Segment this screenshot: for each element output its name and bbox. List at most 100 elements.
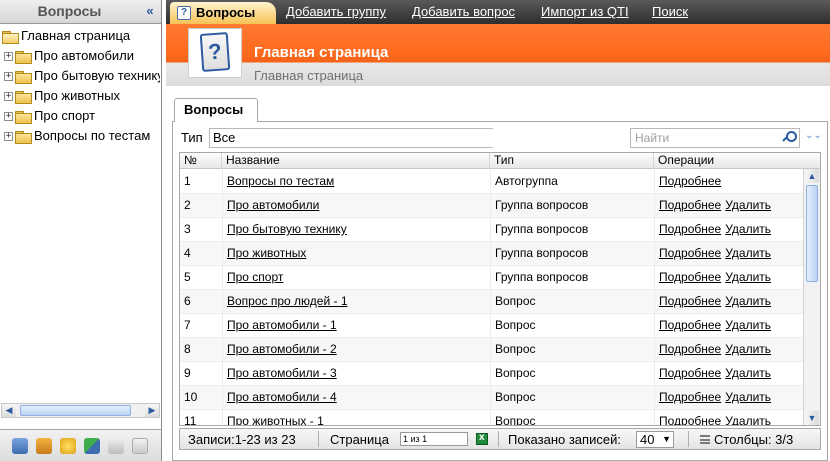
type-filter-input[interactable]: Все — [209, 128, 493, 148]
question-icon: ? — [177, 6, 191, 20]
table-row[interactable]: 10 Про автомобили - 4 Вопрос Подробнее Удали… — [180, 386, 804, 410]
details-link[interactable]: Подробнее — [659, 318, 721, 332]
table-vertical-scrollbar[interactable]: ▲ ▼ — [803, 169, 820, 425]
tree-horizontal-scrollbar[interactable]: ◀ ▶ — [1, 403, 160, 418]
tree-item[interactable]: + Про спорт — [0, 106, 160, 126]
database-icon[interactable] — [12, 438, 28, 454]
tree-item-root[interactable]: Главная страница — [0, 26, 160, 46]
delete-link[interactable]: Удалить — [725, 198, 771, 212]
table-row[interactable]: 8 Про автомобили - 2 Вопрос Подробнее Удалит… — [180, 338, 804, 362]
details-link[interactable]: Подробнее — [659, 246, 721, 260]
table-row[interactable]: 5 Про спорт Группа вопросов Подробнее Удалит… — [180, 266, 804, 290]
row-name-cell: Про животных — [222, 242, 490, 266]
row-name-link[interactable]: Про животных - 1 — [227, 414, 324, 425]
details-link[interactable]: Подробнее — [659, 342, 721, 356]
column-header-type[interactable]: Тип — [490, 153, 654, 169]
page-icon[interactable] — [108, 438, 124, 454]
left-panel: Вопросы « Главная страница + Про автомоби… — [0, 0, 162, 461]
column-header-name[interactable]: Название — [222, 153, 490, 169]
table-row[interactable]: 2 Про автомобили Группа вопросов Подробнее У… — [180, 194, 804, 218]
row-name-link[interactable]: Про автомобили - 3 — [227, 366, 337, 380]
delete-link[interactable]: Удалить — [725, 318, 771, 332]
globe-icon[interactable] — [84, 438, 100, 454]
row-name-link[interactable]: Вопросы по тестам — [227, 174, 334, 188]
delete-link[interactable]: Удалить — [725, 414, 771, 425]
row-operations: Подробнее Удалить — [654, 218, 804, 242]
tab-questions[interactable]: ? Вопросы — [170, 2, 276, 24]
scroll-left-icon[interactable]: ◀ — [2, 404, 16, 417]
chevron-down-icon[interactable]: ⌄⌄ — [805, 130, 822, 141]
table-row[interactable]: 6 Вопрос про людей - 1 Вопрос Подробнее Удал… — [180, 290, 804, 314]
scrollbar-thumb[interactable] — [806, 185, 818, 282]
row-name-link[interactable]: Про автомобили — [227, 198, 319, 212]
row-name-link[interactable]: Про бытовую технику — [227, 222, 347, 236]
breadcrumb[interactable]: Главная страница — [254, 68, 363, 83]
expand-plus-icon[interactable]: + — [4, 132, 13, 142]
details-link[interactable]: Подробнее — [659, 198, 721, 212]
users-icon[interactable] — [36, 438, 52, 454]
table-row[interactable]: 11 Про животных - 1 Вопрос Подробнее Удалить — [180, 410, 804, 425]
table-row[interactable]: 7 Про автомобили - 1 Вопрос Подробнее Удалит… — [180, 314, 804, 338]
collapse-panel-icon[interactable]: « — [141, 2, 159, 20]
columns-label[interactable]: Столбцы: 3/3 — [714, 432, 793, 447]
column-header-number[interactable]: № — [180, 153, 222, 169]
expand-plus-icon[interactable]: + — [4, 112, 13, 122]
columns-icon[interactable] — [700, 435, 710, 444]
tree-item[interactable]: + Вопросы по тестам — [0, 126, 160, 146]
details-link[interactable]: Подробнее — [659, 366, 721, 380]
scrollbar-thumb[interactable] — [20, 405, 131, 416]
tree-item[interactable]: + Про бытовую технику — [0, 66, 160, 86]
details-link[interactable]: Подробнее — [659, 174, 721, 188]
table-row[interactable]: 3 Про бытовую технику Группа вопросов Подро… — [180, 218, 804, 242]
details-link[interactable]: Подробнее — [659, 222, 721, 236]
separator — [318, 431, 319, 447]
page-number-input[interactable]: 1 из 1 — [400, 432, 468, 446]
group-tree: Главная страница + Про автомобили + Про бы… — [0, 26, 160, 402]
tree-item[interactable]: + Про животных — [0, 86, 160, 106]
delete-link[interactable]: Удалить — [725, 342, 771, 356]
tree-item-label: Про спорт — [34, 108, 96, 123]
row-operations: Подробнее Удалить — [654, 362, 804, 386]
search-input[interactable]: Найти — [630, 128, 800, 148]
row-number: 1 — [184, 174, 191, 188]
search-icon[interactable] — [783, 131, 797, 143]
row-name-link[interactable]: Про автомобили - 2 — [227, 342, 337, 356]
delete-link[interactable]: Удалить — [725, 270, 771, 284]
report-icon[interactable] — [132, 438, 148, 454]
row-name-link[interactable]: Про спорт — [227, 270, 283, 284]
row-name-link[interactable]: Вопрос про людей - 1 — [227, 294, 348, 308]
scroll-up-icon[interactable]: ▲ — [805, 169, 819, 183]
delete-link[interactable]: Удалить — [725, 366, 771, 380]
delete-link[interactable]: Удалить — [725, 390, 771, 404]
expand-plus-icon[interactable]: + — [4, 52, 13, 62]
tab-questions-content[interactable]: Вопросы — [174, 98, 258, 122]
row-name-link[interactable]: Про животных — [227, 246, 306, 260]
tree-item[interactable]: + Про автомобили — [0, 46, 160, 66]
folder-icon — [15, 70, 32, 84]
tab-questions-label: Вопросы — [196, 5, 256, 20]
details-link[interactable]: Подробнее — [659, 270, 721, 284]
table-row[interactable]: 1 Вопросы по тестам Автогруппа Подробнее — [180, 170, 804, 194]
delete-link[interactable]: Удалить — [725, 294, 771, 308]
details-link[interactable]: Подробнее — [659, 390, 721, 404]
search-link[interactable]: Поиск — [652, 4, 688, 19]
settings-icon[interactable] — [60, 438, 76, 454]
delete-link[interactable]: Удалить — [725, 246, 771, 260]
delete-link[interactable]: Удалить — [725, 222, 771, 236]
add-group-link[interactable]: Добавить группу — [286, 4, 386, 19]
expand-plus-icon[interactable]: + — [4, 92, 13, 102]
page-size-select[interactable]: 40 ▼ — [636, 431, 674, 448]
details-link[interactable]: Подробнее — [659, 294, 721, 308]
table-row[interactable]: 9 Про автомобили - 3 Вопрос Подробнее Удалит… — [180, 362, 804, 386]
row-name-link[interactable]: Про автомобили - 1 — [227, 318, 337, 332]
import-qti-link[interactable]: Импорт из QTI — [541, 4, 629, 19]
table-row[interactable]: 4 Про животных Группа вопросов Подробнее Уда… — [180, 242, 804, 266]
expand-plus-icon[interactable]: + — [4, 72, 13, 82]
row-name-link[interactable]: Про автомобили - 4 — [227, 390, 337, 404]
add-question-link[interactable]: Добавить вопрос — [412, 4, 515, 19]
details-link[interactable]: Подробнее — [659, 414, 721, 425]
scroll-right-icon[interactable]: ▶ — [145, 404, 159, 417]
export-excel-icon[interactable] — [476, 432, 488, 445]
scroll-down-icon[interactable]: ▼ — [805, 411, 819, 425]
row-type: Вопрос — [490, 314, 654, 338]
